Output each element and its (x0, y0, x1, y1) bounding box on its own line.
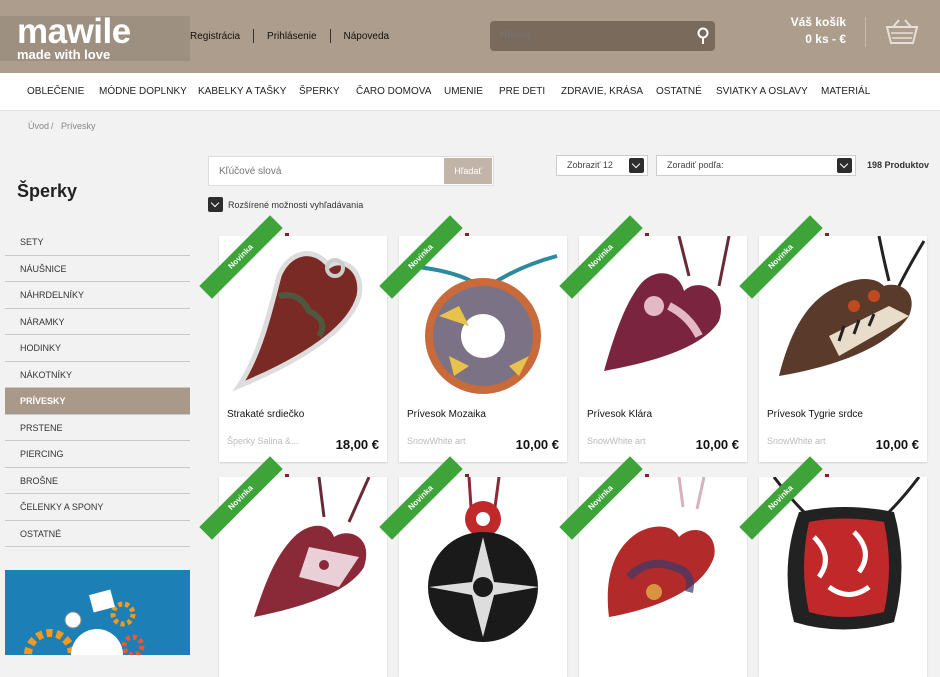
top-links: Registrácia Prihlásenie Nápoveda (190, 29, 390, 45)
chevron-down-icon (208, 197, 223, 212)
product-card[interactable]: Novinka Prívesok Mozaika SnowWhite art 1… (379, 215, 567, 462)
sidebar-item[interactable]: BROŠNE (5, 468, 190, 494)
product-price: 10,00 € (695, 437, 739, 452)
chevron-down-icon (629, 158, 644, 173)
nav-item[interactable]: ZDRAVIE, KRÁSA (561, 86, 643, 97)
cart-summary[interactable]: Váš košík 0 ks - € (780, 14, 846, 48)
login-link[interactable]: Prihlásenie (267, 31, 316, 45)
nav-item[interactable]: PRE DETI (499, 86, 545, 97)
sidebar-item[interactable]: NÁUŠNICE (5, 256, 190, 282)
product-card[interactable]: Novinka Strakaté srdiečko Šperky Salina … (199, 215, 387, 462)
nav-item[interactable]: UMENIE (444, 86, 483, 97)
sidebar-item[interactable]: PIERCING (5, 441, 190, 468)
logo-text: mawile (17, 12, 131, 51)
sidebar-title: Šperky (17, 181, 78, 201)
product-card[interactable]: Novinka Prívesok Tygrie srdce SnowWhite … (739, 215, 927, 462)
search-box (490, 21, 715, 51)
product-count: 198 Produktov (867, 160, 930, 170)
cart-label: Váš košík (790, 15, 846, 29)
sidebar-item[interactable]: SETY (5, 229, 190, 256)
main-nav: OBLEČENIE MÓDNE DOPLNKY KABELKY A TAŠKY … (0, 73, 940, 111)
product-seller[interactable]: SnowWhite art (587, 436, 646, 446)
sidebar-item[interactable]: NÁKOTNÍKY (5, 362, 190, 388)
page-size-select[interactable]: Zobraziť 12 (556, 155, 648, 176)
cart-value: 0 ks - € (805, 32, 846, 46)
product-seller[interactable]: SnowWhite art (407, 436, 466, 446)
header: mawile made with love Registrácia Prihlá… (0, 0, 940, 73)
product-card[interactable]: Novinka (559, 456, 747, 677)
product-card[interactable]: Novinka Prívesok Klára SnowWhite art 10,… (559, 215, 747, 462)
breadcrumb-current: Prívesky (61, 121, 96, 131)
sidebar-list: SETY NÁUŠNICE NÁHRDELNÍKY NÁRAMKY HODINK… (5, 229, 190, 547)
product-price: 10,00 € (515, 437, 559, 452)
keyword-input[interactable] (219, 166, 369, 177)
product-name[interactable]: Strakaté srdiečko (227, 409, 304, 420)
logo[interactable]: mawile made with love (0, 0, 190, 73)
sidebar-item[interactable]: NÁRAMKY (5, 309, 190, 335)
product-name[interactable]: Prívesok Klára (587, 409, 652, 420)
sort-value: Zoradiť podľa: (667, 160, 724, 170)
chevron-down-icon (837, 158, 852, 173)
nav-item[interactable]: OBLEČENIE (27, 86, 84, 97)
nav-item[interactable]: MÓDNE DOPLNKY (99, 86, 187, 97)
product-price: 10,00 € (875, 437, 919, 452)
page-size-value: Zobraziť 12 (567, 160, 613, 170)
advanced-search-label: Rozšírené možnosti vyhľadávania (228, 199, 364, 210)
product-seller[interactable]: SnowWhite art (767, 436, 826, 446)
sidebar-item-active[interactable]: PRÍVESKY (5, 388, 190, 415)
nav-item[interactable]: ŠPERKY (299, 86, 340, 97)
sort-select[interactable]: Zoradiť podľa: (656, 155, 856, 176)
breadcrumb-home[interactable]: Úvod (28, 121, 49, 131)
register-link[interactable]: Registrácia (190, 31, 240, 45)
sidebar-item[interactable]: ČELENKY A SPONY (5, 494, 190, 521)
nav-item[interactable]: MATERIÁL (821, 86, 870, 97)
product-card[interactable]: Novinka (379, 456, 567, 677)
nav-item[interactable]: OSTATNÉ (656, 86, 702, 97)
product-card[interactable]: Novinka (199, 456, 387, 677)
logo-tagline: made with love (17, 47, 111, 62)
advanced-search-toggle[interactable]: Rozšírené možnosti vyhľadávania (208, 197, 363, 212)
keyword-search-button[interactable]: Hľadať (444, 158, 492, 184)
product-name[interactable]: Prívesok Mozaika (407, 409, 486, 420)
search-icon[interactable] (697, 27, 711, 45)
nav-item[interactable]: SVIATKY A OSLAVY (716, 86, 808, 97)
help-link[interactable]: Nápoveda (344, 31, 390, 45)
gears-illustration (24, 589, 145, 655)
basket-icon[interactable] (885, 19, 919, 45)
nav-item[interactable]: ČARO DOMOVA (356, 86, 431, 97)
search-input[interactable] (500, 30, 680, 41)
promo-banner[interactable] (5, 570, 190, 655)
product-card[interactable]: Novinka (739, 456, 927, 677)
product-price: 18,00 € (335, 437, 379, 452)
sidebar-item[interactable]: HODINKY (5, 335, 190, 362)
sidebar-item[interactable]: PRSTENE (5, 415, 190, 441)
product-name[interactable]: Prívesok Tygrie srdce (767, 409, 863, 420)
sidebar-item[interactable]: OSTATNÉ (5, 521, 190, 547)
nav-item[interactable]: KABELKY A TAŠKY (198, 86, 286, 97)
sidebar-item[interactable]: NÁHRDELNÍKY (5, 282, 190, 309)
breadcrumb-sep: / (51, 121, 54, 131)
product-seller[interactable]: Šperky Salina &... (227, 436, 299, 446)
